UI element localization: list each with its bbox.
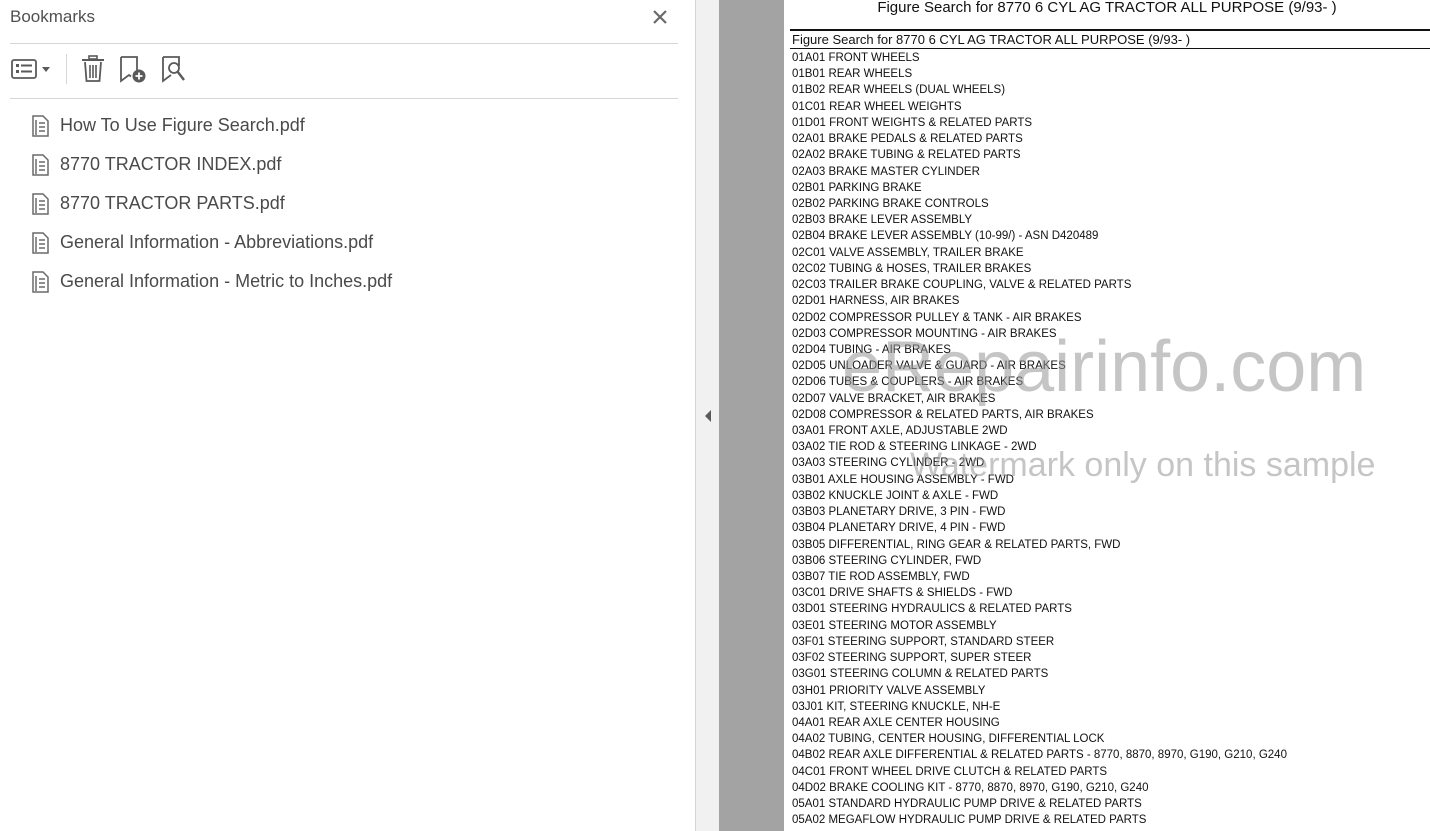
close-icon bbox=[653, 10, 667, 24]
bookmark-label: General Information - Abbreviations.pdf bbox=[60, 232, 374, 252]
bookmark-search-icon bbox=[162, 56, 185, 83]
figure-entry-link[interactable]: 05A01 STANDARD HYDRAULIC PUMP DRIVE & RE… bbox=[792, 796, 1287, 812]
figure-entry-link[interactable]: 03A03 STEERING CYLINDER - 2WD bbox=[792, 455, 1287, 471]
document-gutter bbox=[719, 0, 784, 831]
bookmark-document-icon bbox=[30, 270, 52, 294]
figure-entry-list: 01A01 FRONT WHEELS 01B01 REAR WHEELS 01B02… bbox=[792, 50, 1287, 829]
figure-entry-link[interactable]: 02D07 VALVE BRACKET, AIR BRAKES bbox=[792, 391, 1287, 407]
figure-entry-link[interactable]: 03G01 STEERING COLUMN & RELATED PARTS bbox=[792, 666, 1287, 682]
bookmark-item[interactable]: How To Use Figure Search.pdf bbox=[30, 106, 392, 145]
figure-entry-link[interactable]: 02B03 BRAKE LEVER ASSEMBLY bbox=[792, 212, 1287, 228]
panel-title: Bookmarks bbox=[10, 7, 96, 26]
figure-entry-link[interactable]: 02A01 BRAKE PEDALS & RELATED PARTS bbox=[792, 131, 1287, 147]
figure-entry-link[interactable]: 03B07 TIE ROD ASSEMBLY, FWD bbox=[792, 569, 1287, 585]
delete-bookmark-button[interactable] bbox=[79, 53, 107, 85]
figure-entry-link[interactable]: 03B04 PLANETARY DRIVE, 4 PIN - FWD bbox=[792, 520, 1287, 536]
options-menu-button[interactable] bbox=[10, 53, 52, 85]
figure-entry-link[interactable]: 01D01 FRONT WEIGHTS & RELATED PARTS bbox=[792, 115, 1287, 131]
toolbar-separator bbox=[66, 54, 67, 84]
figure-entry-link[interactable]: 02C01 VALVE ASSEMBLY, TRAILER BRAKE bbox=[792, 245, 1287, 261]
figure-entry-link[interactable]: 04C01 FRONT WHEEL DRIVE CLUTCH & RELATED… bbox=[792, 764, 1287, 780]
add-bookmark-button[interactable] bbox=[117, 53, 149, 85]
figure-entry-link[interactable]: 04A01 REAR AXLE CENTER HOUSING bbox=[792, 715, 1287, 731]
close-panel-button[interactable] bbox=[647, 4, 673, 30]
figure-entry-link[interactable]: 05A02 MEGAFLOW HYDRAULIC PUMP DRIVE & RE… bbox=[792, 812, 1287, 828]
table-title: Figure Search for 8770 6 CYL AG TRACTOR … bbox=[792, 32, 1191, 47]
bookmark-item[interactable]: 8770 TRACTOR INDEX.pdf bbox=[30, 145, 392, 184]
figure-entry-link[interactable]: 03A02 TIE ROD & STEERING LINKAGE - 2WD bbox=[792, 439, 1287, 455]
header-rule bbox=[790, 29, 1430, 31]
bookmark-label: General Information - Metric to Inches.p… bbox=[60, 271, 393, 291]
figure-entry-link[interactable]: 02C03 TRAILER BRAKE COUPLING, VALVE & RE… bbox=[792, 277, 1287, 293]
figure-entry-link[interactable]: 03H01 PRIORITY VALVE ASSEMBLY bbox=[792, 683, 1287, 699]
bookmark-item[interactable]: 8770 TRACTOR PARTS.pdf bbox=[30, 184, 392, 223]
bookmark-label: 8770 TRACTOR PARTS.pdf bbox=[60, 193, 285, 213]
figure-entry-link[interactable]: 01B01 REAR WHEELS bbox=[792, 66, 1287, 82]
figure-entry-link[interactable]: 03F01 STEERING SUPPORT, STANDARD STEER bbox=[792, 634, 1287, 650]
toolbar-divider bbox=[10, 98, 678, 99]
figure-entry-link[interactable]: 03J01 KIT, STEERING KNUCKLE, NH-E bbox=[792, 699, 1287, 715]
document-title: Figure Search for 8770 6 CYL AG TRACTOR … bbox=[877, 0, 1337, 16]
header-divider bbox=[10, 43, 678, 44]
figure-entry-link[interactable]: 03B01 AXLE HOUSING ASSEMBLY - FWD bbox=[792, 472, 1287, 488]
figure-entry-link[interactable]: 01C01 REAR WHEEL WEIGHTS bbox=[792, 99, 1287, 115]
figure-entry-link[interactable]: 02D01 HARNESS, AIR BRAKES bbox=[792, 293, 1287, 309]
bookmark-item[interactable]: General Information - Abbreviations.pdf bbox=[30, 223, 392, 262]
bookmark-document-icon bbox=[30, 192, 52, 216]
figure-entry-link[interactable]: 03D01 STEERING HYDRAULICS & RELATED PART… bbox=[792, 601, 1287, 617]
table-title-rule bbox=[790, 48, 1430, 49]
figure-entry-link[interactable]: 03B06 STEERING CYLINDER, FWD bbox=[792, 553, 1287, 569]
bookmarks-panel: Bookmarks How To Use Figure Search.pdf 8… bbox=[0, 0, 696, 831]
figure-entry-link[interactable]: 02D04 TUBING - AIR BRAKES bbox=[792, 342, 1287, 358]
trash-icon bbox=[82, 55, 104, 82]
find-bookmark-button[interactable] bbox=[159, 53, 189, 85]
figure-entry-link[interactable]: 01A01 FRONT WHEELS bbox=[792, 50, 1287, 66]
figure-entry-link[interactable]: 03B05 DIFFERENTIAL, RING GEAR & RELATED … bbox=[792, 537, 1287, 553]
bookmark-add-icon bbox=[120, 56, 146, 83]
figure-entry-link[interactable]: 03F02 STEERING SUPPORT, SUPER STEER bbox=[792, 650, 1287, 666]
figure-entry-link[interactable]: 04A02 TUBING, CENTER HOUSING, DIFFERENTI… bbox=[792, 731, 1287, 747]
bookmark-list: How To Use Figure Search.pdf 8770 TRACTO… bbox=[30, 106, 392, 301]
figure-entry-link[interactable]: 02B01 PARKING BRAKE bbox=[792, 180, 1287, 196]
figure-entry-link[interactable]: 02A03 BRAKE MASTER CYLINDER bbox=[792, 164, 1287, 180]
figure-entry-link[interactable]: 03A01 FRONT AXLE, ADJUSTABLE 2WD bbox=[792, 423, 1287, 439]
figure-entry-link[interactable]: 02B04 BRAKE LEVER ASSEMBLY (10-99/) - AS… bbox=[792, 228, 1287, 244]
figure-entry-link[interactable]: 02D08 COMPRESSOR & RELATED PARTS, AIR BR… bbox=[792, 407, 1287, 423]
figure-entry-link[interactable]: 03E01 STEERING MOTOR ASSEMBLY bbox=[792, 618, 1287, 634]
chevron-left-icon bbox=[704, 409, 711, 422]
figure-entry-link[interactable]: 02D03 COMPRESSOR MOUNTING - AIR BRAKES bbox=[792, 326, 1287, 342]
figure-entry-link[interactable]: 02A02 BRAKE TUBING & RELATED PARTS bbox=[792, 147, 1287, 163]
bookmarks-toolbar bbox=[10, 52, 199, 86]
figure-entry-link[interactable]: 04D02 BRAKE COOLING KIT - 8770, 8870, 89… bbox=[792, 780, 1287, 796]
figure-entry-link[interactable]: 02C02 TUBING & HOSES, TRAILER BRAKES bbox=[792, 261, 1287, 277]
figure-entry-link[interactable]: 04B02 REAR AXLE DIFFERENTIAL & RELATED P… bbox=[792, 747, 1287, 763]
bookmark-label: 8770 TRACTOR INDEX.pdf bbox=[60, 154, 282, 174]
figure-entry-link[interactable]: 03C01 DRIVE SHAFTS & SHIELDS - FWD bbox=[792, 585, 1287, 601]
bookmark-label: How To Use Figure Search.pdf bbox=[60, 115, 305, 135]
figure-entry-link[interactable]: 03B03 PLANETARY DRIVE, 3 PIN - FWD bbox=[792, 504, 1287, 520]
panel-collapse-handle[interactable] bbox=[696, 0, 719, 831]
figure-entry-link[interactable]: 02D06 TUBES & COUPLERS - AIR BRAKES bbox=[792, 374, 1287, 390]
bookmark-document-icon bbox=[30, 153, 52, 177]
figure-entry-link[interactable]: 02D05 UNLOADER VALVE & GUARD - AIR BRAKE… bbox=[792, 358, 1287, 374]
list-options-icon bbox=[11, 59, 50, 79]
bookmark-document-icon bbox=[30, 114, 52, 138]
document-page[interactable]: Figure Search for 8770 6 CYL AG TRACTOR … bbox=[784, 0, 1430, 831]
bookmark-document-icon bbox=[30, 231, 52, 255]
figure-entry-link[interactable]: 03B02 KNUCKLE JOINT & AXLE - FWD bbox=[792, 488, 1287, 504]
figure-entry-link[interactable]: 01B02 REAR WHEELS (DUAL WHEELS) bbox=[792, 82, 1287, 98]
figure-entry-link[interactable]: 02D02 COMPRESSOR PULLEY & TANK - AIR BRA… bbox=[792, 310, 1287, 326]
figure-entry-link[interactable]: 02B02 PARKING BRAKE CONTROLS bbox=[792, 196, 1287, 212]
bookmark-item[interactable]: General Information - Metric to Inches.p… bbox=[30, 262, 392, 301]
pdf-viewer: Bookmarks How To Use Figure Search.pdf 8… bbox=[0, 0, 1430, 831]
